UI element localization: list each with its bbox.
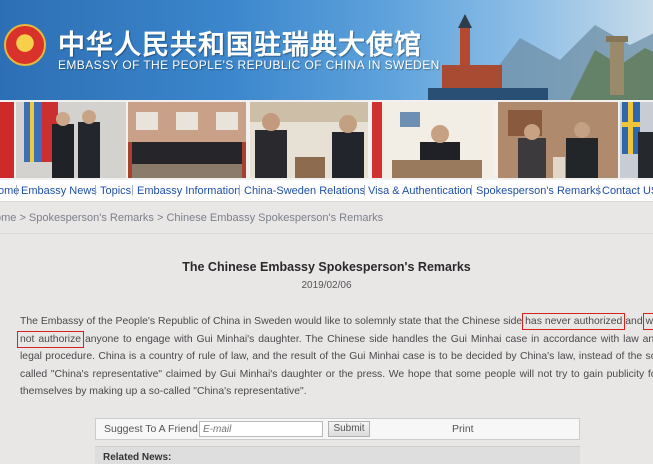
photo-group [128,102,246,178]
breadcrumb[interactable]: ome > Spokesperson's Remarks > Chinese E… [0,212,383,224]
nav-spokespersons-remarks[interactable]: Spokesperson's Remarks [476,185,601,197]
photo-interview [498,102,618,178]
stockholm-skyline-illustration [428,14,653,100]
article-date: 2019/02/06 [301,280,352,291]
photo-sweden-flag [620,102,653,178]
print-link[interactable]: Print [452,423,474,435]
photo-strip [0,100,653,180]
embassy-title-english: EMBASSY OF THE PEOPLE'S REPUBLIC OF CHIN… [58,58,440,72]
nav-embassy-news[interactable]: Embassy News [21,185,97,197]
suggest-label: Suggest To A Friend [104,423,198,435]
national-emblem-icon: ★ [4,24,46,66]
article-text-rest: anyone to engage with Gui Minhai's daugh… [20,333,653,398]
nav-embassy-information[interactable]: Embassy Information [137,185,240,197]
photo-meeting [250,102,368,178]
nav-topics[interactable]: Topics [100,185,131,197]
article-text-start: The Embassy of the People's Republic of … [20,316,526,327]
share-bar: Suggest To A Friend Submit Print [95,418,580,440]
submit-button[interactable]: Submit [328,421,370,437]
nav-china-sweden-relations[interactable]: China-Sweden Relations [244,185,365,197]
header-banner: ★ 中华人民共和国驻瑞典大使馆 EMBASSY OF THE PEOPLE'S … [0,0,653,100]
photo-handshake [16,102,126,178]
nav-contact-us[interactable]: Contact US [602,185,653,197]
embassy-title-chinese: 中华人民共和国驻瑞典大使馆 [58,30,422,61]
article-title: The Chinese Embassy Spokesperson's Remar… [182,260,471,274]
photo-office [372,102,494,178]
content-divider [0,233,653,234]
nav-visa-authentication[interactable]: Visa & Authentication [368,185,472,197]
article-text-and: and [622,316,646,327]
photo-flag-left [0,102,14,178]
article-body: The Embassy of the People's Republic of … [17,313,653,401]
email-field[interactable] [199,421,323,437]
related-news-header: Related News: [95,446,580,464]
highlight-never-authorized: has never authorized [522,313,626,330]
main-navigation: ome | Embassy News | Topics | Embassy In… [0,180,653,202]
